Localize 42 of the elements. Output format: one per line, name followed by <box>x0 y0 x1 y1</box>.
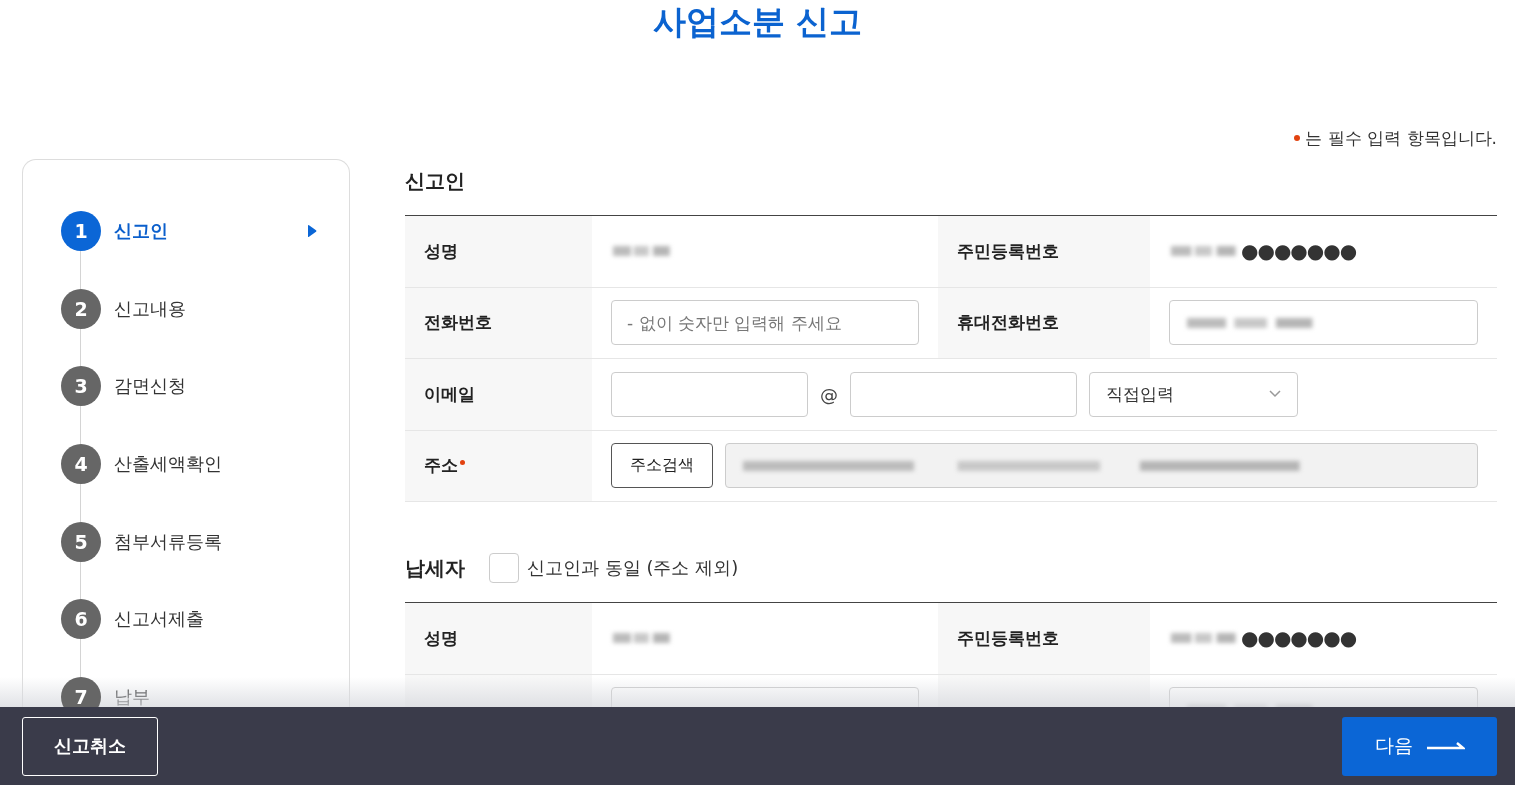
step-label[interactable]: 감면신청 <box>114 374 317 399</box>
step-number: 1 <box>61 211 101 251</box>
step-label[interactable]: 신고서제출 <box>114 607 317 632</box>
chevron-down-icon <box>1269 390 1281 399</box>
triangle-right-icon <box>307 224 317 238</box>
mobile-input[interactable] <box>1169 300 1478 346</box>
step-number: 3 <box>61 366 101 407</box>
email-domain-select[interactable]: 직접입력 <box>1089 371 1298 417</box>
phone-input[interactable]: - 없이 숫자만 입력해 주세요 <box>611 300 919 346</box>
next-button[interactable]: 다음 <box>1342 716 1497 776</box>
page-title: 사업소분 신고 <box>651 1 864 43</box>
email-domain-input[interactable] <box>850 371 1077 417</box>
same-as-checkbox[interactable]: 신고인과 동일 (주소 제외) <box>489 553 739 583</box>
field-label: 주민등록번호 <box>957 626 1059 650</box>
cancel-button[interactable]: 신고취소 <box>22 716 158 776</box>
field-label: 주소 <box>424 454 458 478</box>
checkbox[interactable] <box>489 553 519 583</box>
masked-number: ●●●●●●● <box>1241 239 1357 264</box>
step-label[interactable]: 신고내용 <box>114 296 317 321</box>
step-number: 5 <box>61 521 101 562</box>
field-label: 이메일 <box>424 382 475 406</box>
masked-number: ●●●●●●● <box>1241 626 1357 651</box>
step-label[interactable]: 신고인 <box>114 219 307 243</box>
field-label: 주민등록번호 <box>957 239 1059 263</box>
field-label: 전화번호 <box>424 311 492 335</box>
step-number: 7 <box>61 677 101 707</box>
field-label: 휴대전화번호 <box>957 311 1059 335</box>
step-number: 2 <box>61 288 101 329</box>
step-label[interactable]: 산출세액확인 <box>114 452 317 477</box>
required-dot <box>1294 135 1301 141</box>
address-search-button[interactable]: 주소검색 <box>611 443 713 489</box>
section-title: 신고인 <box>405 167 465 195</box>
field-label: 성명 <box>424 239 458 263</box>
required-note: 는 필수 입력 항목입니다. <box>1305 126 1497 150</box>
required-dot <box>460 459 465 465</box>
step-label[interactable]: 첨부서류등록 <box>114 529 317 554</box>
email-id-input[interactable] <box>611 371 808 417</box>
step-number: 6 <box>61 599 101 640</box>
section-title: 납세자 <box>405 554 465 582</box>
at-sign: @ <box>820 383 838 405</box>
step-number: 4 <box>61 444 101 485</box>
field-label: 성명 <box>424 626 458 650</box>
